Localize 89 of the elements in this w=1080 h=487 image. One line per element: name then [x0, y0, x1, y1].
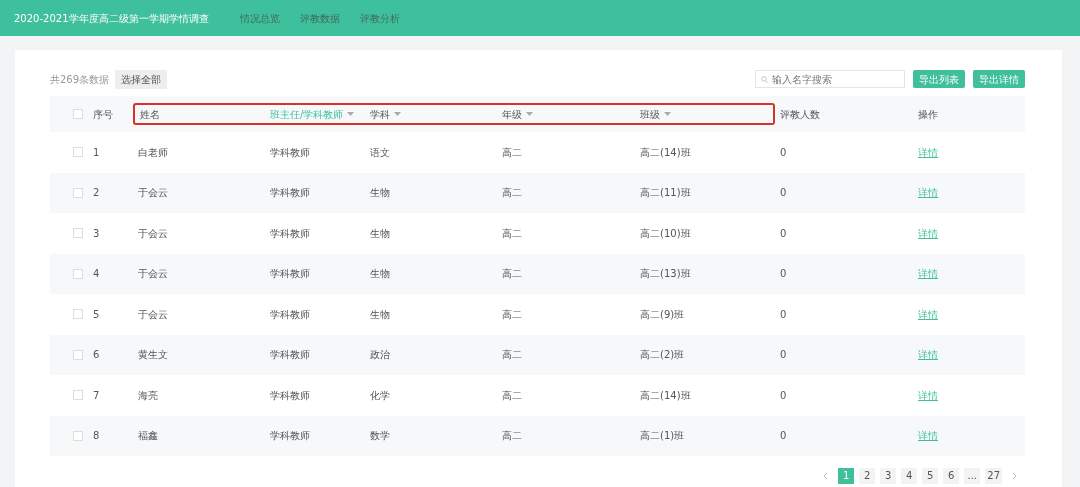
table-cell-text: 高二(10)班	[640, 226, 691, 241]
page-button[interactable]: 1	[838, 468, 855, 484]
details-link[interactable]: 详情	[918, 306, 938, 322]
column-filter[interactable]: 班主任/学科教师	[265, 103, 365, 125]
table-cell-text: 1	[93, 145, 100, 160]
page-button[interactable]: 3	[880, 468, 897, 484]
table-cell-text: 高二(14)班	[640, 388, 691, 403]
table-cell-text: 8	[93, 429, 100, 444]
table-cell-text: 0	[780, 145, 787, 160]
details-link[interactable]: 详情	[918, 144, 938, 160]
column-filter[interactable]: 学科	[365, 103, 497, 125]
column-header: 操作	[917, 107, 939, 122]
column-header: 评教人数	[779, 107, 821, 122]
table-cell-text: 0	[780, 348, 787, 363]
table-cell-text: 高二	[502, 429, 522, 444]
table-cell-text: 福鑫	[138, 429, 158, 444]
export-button[interactable]: 导出详情	[973, 70, 1025, 88]
table-cell-text: 政治	[370, 348, 390, 363]
table-cell-text: 高二	[502, 388, 522, 403]
table-cell-text: 生物	[370, 307, 390, 322]
table-cell-text: 高二(14)班	[640, 145, 691, 160]
table-cell-text: 学科教师	[270, 348, 310, 363]
table-cell-text: 高二	[502, 267, 522, 282]
page-button[interactable]: 4	[901, 468, 918, 484]
app-title: 2020-2021学年度高二级第一学期学情调查	[14, 11, 210, 26]
table-cell-text: 高二	[502, 307, 522, 322]
table-cell-text: 0	[780, 388, 787, 403]
table-cell-text: 学科教师	[270, 226, 310, 241]
table-cell-text: 学科教师	[270, 307, 310, 322]
page-button[interactable]: 2	[859, 468, 876, 484]
details-link[interactable]: 详情	[918, 185, 938, 201]
table-cell-text: 高二(9)班	[640, 307, 685, 322]
table-cell-text: 海亮	[138, 388, 158, 403]
details-link[interactable]: 详情	[918, 387, 938, 403]
nav-tab[interactable]: 评教分析	[360, 10, 400, 26]
table-cell-text: 高二	[502, 226, 522, 241]
table-cell-text: 0	[780, 186, 787, 201]
column-header: 姓名	[133, 103, 265, 125]
table-cell-text: 0	[780, 267, 787, 282]
nav-tab[interactable]: 评教数据	[300, 10, 340, 26]
table-cell-text: 学科教师	[270, 267, 310, 282]
table-cell-text: 于会云	[138, 186, 168, 201]
table-cell-text: 高二(11)班	[640, 186, 691, 201]
details-link[interactable]: 详情	[918, 428, 938, 444]
table-cell-text: 高二	[502, 186, 522, 201]
table-cell-text: 高二(13)班	[640, 267, 691, 282]
table-cell-text: 7	[93, 388, 100, 403]
select-all-button[interactable]: 选择全部	[115, 69, 168, 89]
table-cell-text: 黄生文	[138, 348, 168, 363]
table-cell-text: 于会云	[138, 226, 168, 241]
table-cell-text: 于会云	[138, 267, 168, 282]
record-count: 共269条数据	[50, 72, 110, 87]
export-button[interactable]: 导出列表	[913, 70, 965, 88]
table-cell-text: 化学	[370, 388, 390, 403]
table-cell-text: 生物	[370, 226, 390, 241]
table-cell-text: 0	[780, 226, 787, 241]
table-cell-text: 高二	[502, 145, 522, 160]
table-cell-text: 高二(1)班	[640, 429, 685, 444]
table-cell-text: 语文	[370, 145, 390, 160]
table-cell-text: 生物	[370, 267, 390, 282]
column-header: 序号	[92, 107, 114, 122]
table-cell-text: 学科教师	[270, 186, 310, 201]
table-cell-text: 高二(2)班	[640, 348, 685, 363]
search-field[interactable]: 输入名字搜索	[755, 70, 905, 88]
details-link[interactable]: 详情	[918, 347, 938, 363]
page-button[interactable]: 5	[922, 468, 939, 484]
details-link[interactable]: 详情	[918, 266, 938, 282]
table-cell-text: 3	[93, 226, 100, 241]
table-cell-text: 6	[93, 348, 100, 363]
table-cell-text: 0	[780, 429, 787, 444]
page-button[interactable]: 27	[985, 468, 1002, 484]
table-cell-text: 2	[93, 186, 100, 201]
table-cell-text: 学科教师	[270, 388, 310, 403]
table-cell-text: 数学	[370, 429, 390, 444]
table-cell-text: 于会云	[138, 307, 168, 322]
page-button[interactable]: ...	[964, 468, 981, 484]
table-cell-text: 0	[780, 307, 787, 322]
table-cell-text: 白老师	[138, 145, 168, 160]
table-cell-text: 学科教师	[270, 145, 310, 160]
details-link[interactable]: 详情	[918, 225, 938, 241]
nav-tab[interactable]: 情况总览	[240, 10, 280, 26]
table-cell-text: 4	[93, 267, 100, 282]
table-cell-text: 5	[93, 307, 100, 322]
column-filter[interactable]: 班级	[635, 103, 775, 125]
column-filter[interactable]: 年级	[497, 103, 635, 125]
table-cell-text: 高二	[502, 348, 522, 363]
page-button[interactable]: 6	[943, 468, 960, 484]
table-cell-text: 学科教师	[270, 429, 310, 444]
table-cell-text: 生物	[370, 186, 390, 201]
